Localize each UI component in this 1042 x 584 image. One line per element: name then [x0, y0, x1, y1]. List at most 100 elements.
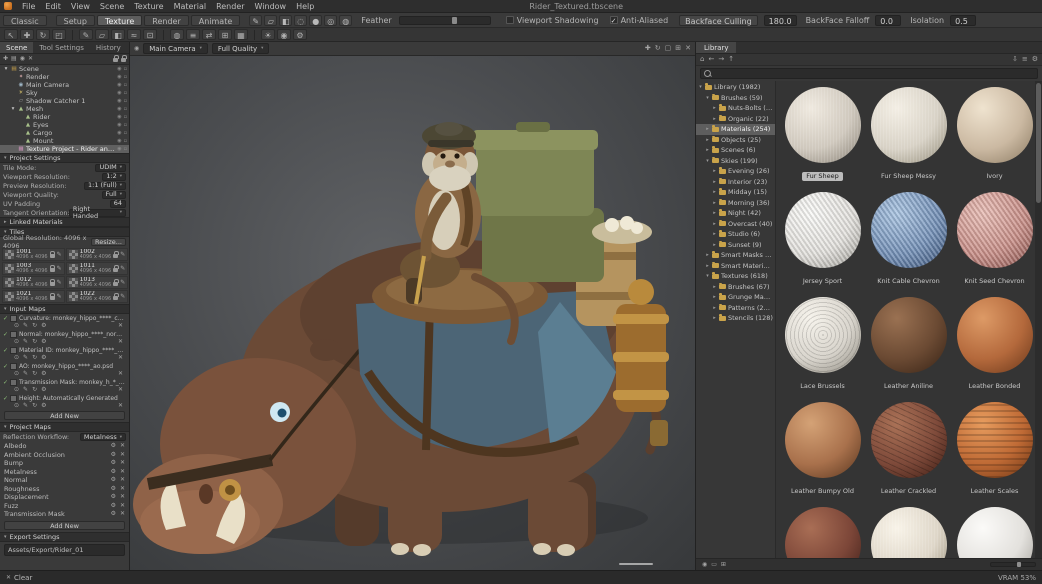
- scrollbar-thumb[interactable]: [1036, 83, 1041, 203]
- add-object-icon[interactable]: ✚: [3, 56, 8, 62]
- tab-library[interactable]: Library: [696, 42, 736, 53]
- setting-value-tangent-orientation[interactable]: Right Handed▾: [69, 209, 126, 217]
- tab-scene[interactable]: Scene: [0, 42, 33, 53]
- library-folder-objects-25[interactable]: ▸Objects (25): [696, 135, 775, 146]
- eye-icon[interactable]: ◉: [117, 83, 121, 88]
- remove-icon[interactable]: ✕: [120, 511, 125, 517]
- render-toggle-icon[interactable]: ▫: [124, 83, 127, 88]
- reload-icon[interactable]: ↻: [32, 403, 37, 409]
- check-icon[interactable]: ✓: [3, 316, 8, 322]
- remove-icon[interactable]: ✕: [120, 469, 125, 475]
- lock-icon[interactable]: [50, 296, 55, 300]
- setting-value-viewport-quality[interactable]: Full▾: [102, 191, 126, 199]
- remove-icon[interactable]: ✕: [120, 477, 125, 483]
- remove-icon[interactable]: ✕: [118, 371, 123, 377]
- tile-1022[interactable]: 10224096 x 4096✎: [66, 290, 129, 303]
- edit-icon[interactable]: ✎: [120, 280, 125, 286]
- scene-node-render[interactable]: ✦Render◉▫: [0, 73, 129, 81]
- mask-icon[interactable]: ◍: [170, 29, 184, 40]
- check-icon[interactable]: ✓: [3, 332, 8, 338]
- zoom-icon[interactable]: ⊙: [14, 339, 19, 345]
- eye-icon[interactable]: ◉: [117, 91, 121, 96]
- library-folder-midday-15[interactable]: ▸Midday (15): [696, 187, 775, 198]
- setting-value-preview-resolution[interactable]: 1:1 (Full)▾: [84, 182, 126, 190]
- mode-tab-animate[interactable]: Animate: [191, 15, 241, 26]
- library-folder-brushes-59[interactable]: ▾Brushes (59): [696, 93, 775, 104]
- remove-icon[interactable]: ✕: [118, 323, 123, 329]
- edit-icon[interactable]: ✎: [57, 266, 62, 272]
- thumbnail-grid-icon[interactable]: ⊞: [721, 562, 726, 568]
- material-partial-13[interactable]: [866, 507, 951, 558]
- render-toggle-icon[interactable]: ▫: [124, 115, 127, 120]
- erase-icon[interactable]: ▱: [95, 29, 109, 40]
- grid-icon[interactable]: ▦: [234, 29, 248, 40]
- hard-brush-icon[interactable]: ●: [309, 15, 322, 26]
- edit-icon[interactable]: ✎: [57, 280, 62, 286]
- isolation-field[interactable]: 0.5: [950, 15, 976, 26]
- library-folder-library-1982[interactable]: ▾Library (1982): [696, 82, 775, 93]
- export-path-field[interactable]: Assets/Export/Rider_01: [4, 544, 125, 556]
- move-icon[interactable]: ✚: [20, 29, 34, 40]
- menu-help[interactable]: Help: [291, 2, 319, 11]
- library-folder-nuts-bolts-51[interactable]: ▸Nuts-Bolts (51): [696, 103, 775, 114]
- snap-icon[interactable]: ⊞: [218, 29, 232, 40]
- menu-material[interactable]: Material: [169, 2, 212, 11]
- viewport[interactable]: ◉ Main Camera ▾ Full Quality ▾ ✚↻▢⊞✕: [130, 42, 695, 570]
- sphere-preview-icon[interactable]: ◉: [702, 562, 707, 568]
- gear-icon[interactable]: ⚙: [111, 452, 116, 458]
- library-folder-studio-6[interactable]: ▸Studio (6): [696, 229, 775, 240]
- gear-icon[interactable]: ⚙: [111, 469, 116, 475]
- edit-icon[interactable]: ✎: [23, 323, 28, 329]
- viewport-3d-scene[interactable]: [130, 56, 695, 557]
- zoom-icon[interactable]: ⊙: [14, 355, 19, 361]
- scene-node-main-camera[interactable]: ◉Main Camera◉▫: [0, 81, 129, 89]
- eye-icon[interactable]: ◉: [117, 123, 121, 128]
- menu-texture[interactable]: Texture: [129, 2, 168, 11]
- render-toggle-icon[interactable]: ▫: [124, 147, 127, 152]
- scene-node-shadow-catcher-1[interactable]: ▱Shadow Catcher 1◉▫: [0, 97, 129, 105]
- eye-icon[interactable]: ◉: [117, 99, 121, 104]
- remove-icon[interactable]: ✕: [120, 494, 125, 500]
- backface-culling-field[interactable]: 180.0: [764, 15, 797, 26]
- delete-icon[interactable]: ✕: [28, 56, 33, 62]
- quality-dropdown[interactable]: Full Quality ▾: [212, 43, 269, 54]
- mirror-icon[interactable]: ⇄: [202, 29, 216, 40]
- library-folder-smart-materials-344[interactable]: ▸Smart Materials (344): [696, 261, 775, 272]
- reload-icon[interactable]: ↻: [32, 371, 37, 377]
- viewport-shadowing-checkbox[interactable]: Viewport Shadowing: [506, 16, 599, 25]
- forward-icon[interactable]: →: [718, 56, 724, 63]
- material-lace-brussels[interactable]: Lace Brussels: [780, 297, 865, 395]
- scene-node-eyes[interactable]: ▲Eyes◉▫: [0, 121, 129, 129]
- scene-node-cargo[interactable]: ▲Cargo◉▫: [0, 129, 129, 137]
- material-leather-scales[interactable]: Leather Scales: [952, 402, 1037, 500]
- zoom-icon[interactable]: ⊙: [14, 387, 19, 393]
- search-input[interactable]: [715, 70, 1034, 78]
- library-folder-evening-26[interactable]: ▸Evening (26): [696, 166, 775, 177]
- reload-icon[interactable]: ↻: [32, 387, 37, 393]
- mode-tab-classic[interactable]: Classic: [3, 15, 47, 26]
- viewport-scrollbar[interactable]: [619, 563, 653, 565]
- split-view-icon[interactable]: ⊞: [675, 45, 681, 52]
- maximize-icon[interactable]: ▢: [665, 45, 672, 52]
- thumbnail-size-thumb[interactable]: [1017, 562, 1021, 567]
- menu-scene[interactable]: Scene: [95, 2, 129, 11]
- scene-node-sky[interactable]: ☀Sky◉▫: [0, 89, 129, 97]
- scene-node-mount[interactable]: ▲Mount◉▫: [0, 137, 129, 145]
- mode-tab-setup[interactable]: Setup: [56, 15, 95, 26]
- library-folder-stencils-128[interactable]: ▸Stencils (128): [696, 313, 775, 324]
- remove-icon[interactable]: ✕: [118, 355, 123, 361]
- scene-node-texture-project-rider-and-mount[interactable]: ▦Texture Project - Rider and Mount◉▫: [0, 145, 129, 153]
- thumbnail-size-slider[interactable]: [990, 562, 1036, 567]
- setting-value-viewport-resolution[interactable]: 1:2▾: [102, 173, 126, 181]
- resize-button[interactable]: Resize...: [91, 238, 126, 246]
- remove-icon[interactable]: ✕: [118, 387, 123, 393]
- remove-icon[interactable]: ✕: [120, 460, 125, 466]
- gear-icon[interactable]: ⚙: [111, 511, 116, 517]
- render-toggle-icon[interactable]: ▫: [124, 107, 127, 112]
- gear-icon[interactable]: ⚙: [41, 339, 46, 345]
- tile-1002[interactable]: 10024096 x 4096✎: [66, 248, 129, 261]
- render-toggle-icon[interactable]: ▫: [124, 99, 127, 104]
- zoom-icon[interactable]: ⊙: [14, 403, 19, 409]
- gear-icon[interactable]: ⚙: [111, 477, 116, 483]
- remove-icon[interactable]: ✕: [120, 452, 125, 458]
